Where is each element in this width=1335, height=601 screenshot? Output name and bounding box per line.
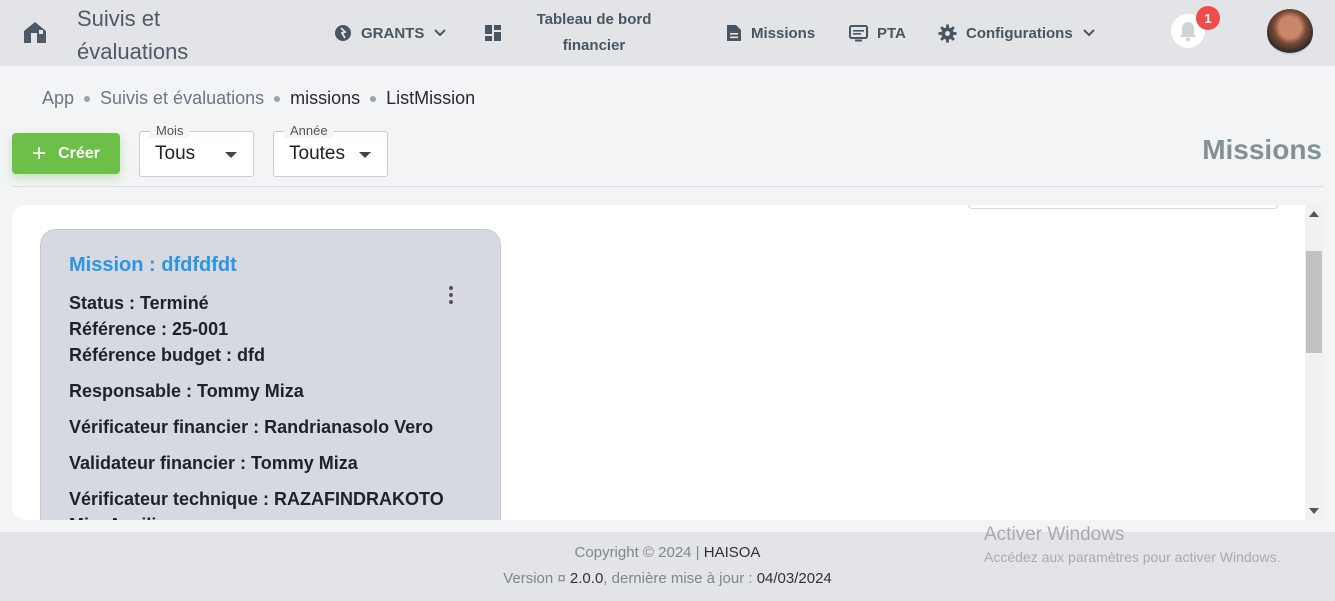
breadcrumb-separator bbox=[84, 95, 91, 102]
scroll-thumb[interactable] bbox=[1306, 251, 1322, 353]
caret-down-icon bbox=[225, 152, 237, 158]
annee-select[interactable]: Année Toutes bbox=[273, 123, 388, 177]
watermark-subtitle: Accédez aux paramètres pour activer Wind… bbox=[984, 549, 1281, 565]
breadcrumb-missions[interactable]: missions bbox=[290, 88, 360, 109]
footer-version: 2.0.0 bbox=[569, 570, 604, 587]
nav-grants-label: GRANTS bbox=[361, 24, 425, 42]
windows-activation-watermark: Activer Windows Accédez aux paramètres p… bbox=[984, 524, 1280, 565]
scrollbar[interactable] bbox=[1305, 205, 1323, 520]
breadcrumb-separator bbox=[370, 95, 377, 102]
mois-select-legend: Mois bbox=[150, 123, 190, 138]
mois-select-value: Tous bbox=[155, 143, 196, 164]
breadcrumb: App Suivis et évaluations missions ListM… bbox=[42, 88, 475, 109]
top-navbar: Suivis et évaluations GRANTS Tableau de … bbox=[0, 0, 1335, 66]
caret-down-icon bbox=[359, 152, 371, 158]
nav-configurations-label: Configurations bbox=[966, 24, 1073, 42]
create-button-label: Créer bbox=[58, 144, 100, 162]
nav-pta-label: PTA bbox=[877, 24, 906, 42]
bell-icon bbox=[1180, 22, 1196, 42]
plus-icon: + bbox=[32, 139, 47, 167]
breadcrumb-app[interactable]: App bbox=[42, 88, 74, 109]
create-button[interactable]: + Créer bbox=[12, 133, 120, 174]
breadcrumb-listmission: ListMission bbox=[386, 88, 476, 108]
footer-copyright: Copyright © 2024 | bbox=[574, 544, 700, 561]
footer-update-prefix: , dernière mise à jour : bbox=[603, 570, 753, 587]
annee-select-legend: Année bbox=[284, 123, 334, 138]
document-icon bbox=[727, 25, 741, 41]
search-input[interactable] bbox=[968, 205, 1278, 209]
annee-select-value: Toutes bbox=[289, 143, 345, 164]
nav-missions-label: Missions bbox=[751, 24, 816, 42]
breadcrumb-suivis[interactable]: Suivis et évaluations bbox=[100, 88, 264, 109]
mission-verificateur-financier: Vérificateur financier : Randrianasolo V… bbox=[69, 417, 434, 437]
dashboard-icon bbox=[485, 25, 501, 41]
gear-icon bbox=[938, 23, 957, 43]
footer-version-prefix: Version ¤ bbox=[503, 570, 566, 587]
mission-reference: Référence : 25-001 bbox=[69, 319, 229, 339]
missions-list-panel: Mission : dfdfdfdt Status : Terminé Réfé… bbox=[12, 205, 1305, 520]
nav-missions[interactable]: Missions bbox=[726, 0, 815, 66]
nav-dashboard-financier[interactable]: Tableau de bord financier bbox=[484, 0, 654, 66]
nav-configurations[interactable]: Configurations bbox=[938, 0, 1095, 66]
mission-reference-budget: Référence budget : dfd bbox=[69, 345, 266, 365]
scroll-down-icon[interactable] bbox=[1309, 508, 1319, 514]
mission-verificateur-technique: Vérificateur technique : RAZAFINDRAKOTO bbox=[69, 489, 444, 509]
notification-count-badge: 1 bbox=[1196, 6, 1220, 30]
avatar[interactable] bbox=[1267, 9, 1313, 55]
mission-status: Status : Terminé bbox=[69, 293, 209, 313]
mission-card[interactable]: Mission : dfdfdfdt Status : Terminé Réfé… bbox=[40, 229, 501, 520]
mission-validateur-financier: Validateur financier : Tommy Miza bbox=[69, 453, 358, 473]
footer-update-date: 04/03/2024 bbox=[756, 570, 832, 587]
mois-select[interactable]: Mois Tous bbox=[139, 123, 254, 177]
nav-dashboard-line1: Tableau de bord bbox=[536, 11, 652, 28]
app-title: Suivis et évaluations bbox=[77, 6, 189, 64]
grants-icon bbox=[335, 25, 351, 41]
monitor-icon bbox=[849, 24, 868, 41]
nav-pta[interactable]: PTA bbox=[849, 0, 906, 66]
nav-grants[interactable]: GRANTS bbox=[334, 0, 447, 66]
scroll-up-icon[interactable] bbox=[1309, 211, 1319, 217]
footer-company: HAISOA bbox=[703, 544, 761, 561]
chevron-down-icon bbox=[434, 29, 447, 37]
chevron-down-icon bbox=[1082, 29, 1095, 37]
mission-responsable: Responsable : Tommy Miza bbox=[69, 381, 304, 401]
breadcrumb-separator bbox=[274, 95, 281, 102]
home-icon[interactable] bbox=[22, 19, 48, 45]
more-options-icon[interactable] bbox=[447, 286, 455, 306]
nav-dashboard-line2: financier bbox=[562, 37, 626, 54]
page-title: Missions bbox=[1202, 134, 1322, 165]
watermark-title: Activer Windows bbox=[984, 524, 1125, 545]
divider bbox=[12, 186, 1323, 187]
mission-cut-line: Mi... A... ili... bbox=[69, 512, 500, 520]
mission-title[interactable]: Mission : dfdfdfdt bbox=[69, 254, 500, 277]
